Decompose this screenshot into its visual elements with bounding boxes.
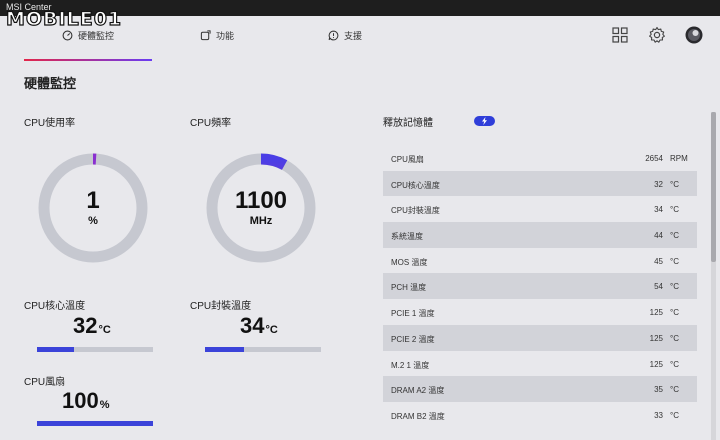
active-tab-indicator <box>24 59 152 61</box>
table-row: CPU封裝溫度 34 °C <box>383 196 697 222</box>
sensor-unit: °C <box>670 179 679 189</box>
sensor-unit: °C <box>670 385 679 395</box>
sensor-value: 125 <box>649 359 663 369</box>
scrollbar[interactable] <box>711 112 716 440</box>
table-row: MOS 溫度 45 °C <box>383 248 697 274</box>
sensor-name: CPU核心溫度 <box>391 180 440 190</box>
cpu-core-temp-unit: °C <box>98 324 111 336</box>
cpu-usage-label: CPU使用率 <box>24 118 76 129</box>
cpu-fan-value: 100% <box>62 390 110 412</box>
cpu-pkg-temp-bar-fill <box>205 347 245 352</box>
table-row: CPU風扇 2654 RPM <box>383 145 697 171</box>
sensor-name: 系統溫度 <box>391 232 423 242</box>
cpu-freq-unit: MHz <box>249 215 273 227</box>
sensor-unit: °C <box>670 256 679 266</box>
sensor-name: PCIE 1 溫度 <box>391 309 435 319</box>
avatar[interactable] <box>685 26 703 44</box>
tab-support[interactable]: 支援 <box>328 23 362 47</box>
sensor-value: 125 <box>649 308 663 318</box>
cpu-core-temp-bar <box>37 347 153 352</box>
cpu-pkg-temp-value: 34°C <box>240 315 278 337</box>
sensor-name: DRAM A2 溫度 <box>391 386 445 396</box>
sensor-unit: °C <box>670 231 679 241</box>
sensor-name: M.2 1 溫度 <box>391 360 430 370</box>
sensor-value: 44 <box>654 231 663 241</box>
cpu-pkg-temp-bar <box>205 347 321 352</box>
scrollbar-thumb[interactable] <box>711 112 716 262</box>
cpu-fan-label: CPU風扇 <box>24 377 66 388</box>
sensor-unit: °C <box>670 205 679 215</box>
sensor-value: 34 <box>654 205 663 215</box>
cpu-freq-value: 1100 <box>234 187 288 214</box>
sensor-value: 125 <box>649 333 663 343</box>
tab-label: 功能 <box>216 30 235 41</box>
sensor-value: 45 <box>654 256 663 266</box>
sensor-unit: °C <box>670 282 679 292</box>
sensor-unit: RPM <box>670 154 688 163</box>
sensor-unit: °C <box>670 308 679 318</box>
sensor-name: MOS 溫度 <box>391 257 428 267</box>
table-row: DRAM B2 溫度 33 °C <box>383 402 697 428</box>
sensor-unit: °C <box>670 333 679 343</box>
cpu-fan-bar-fill <box>37 421 153 426</box>
table-row: PCIE 1 溫度 125 °C <box>383 299 697 325</box>
cpu-freq-gauge: 1100 MHz <box>206 153 316 263</box>
table-row: M.2 1 溫度 125 °C <box>383 351 697 377</box>
sensor-unit: °C <box>670 410 679 420</box>
cpu-usage-value: 1 <box>86 187 100 214</box>
sensor-value: 2654 <box>645 154 663 163</box>
sensor-name: PCIE 2 溫度 <box>391 334 435 344</box>
sensor-value: 54 <box>654 282 663 292</box>
sensor-name: CPU封裝溫度 <box>391 206 440 216</box>
table-row: PCIE 2 溫度 125 °C <box>383 324 697 351</box>
feature-icon <box>200 29 211 40</box>
cpu-fan-number: 100 <box>62 388 99 413</box>
table-row: CPU核心溫度 32 °C <box>383 170 697 197</box>
cpu-usage-unit: % <box>88 215 98 227</box>
sensor-value: 35 <box>654 385 663 395</box>
monitor-icon <box>62 30 73 40</box>
cpu-fan-bar <box>37 421 153 426</box>
cpu-core-temp-label: CPU核心溫度 <box>24 301 86 312</box>
cpu-pkg-temp-number: 34 <box>240 313 265 338</box>
cpu-core-temp-number: 32 <box>73 313 98 338</box>
cpu-core-temp-value: 32°C <box>73 315 111 337</box>
support-icon <box>328 30 339 40</box>
tab-label: 硬體監控 <box>78 30 115 41</box>
tab-hardware-monitor[interactable]: 硬體監控 <box>62 23 114 47</box>
sensor-value: 33 <box>654 410 663 420</box>
table-row: PCH 溫度 54 °C <box>383 273 697 300</box>
cpu-fan-unit: % <box>99 399 110 411</box>
sensor-unit: °C <box>670 359 679 369</box>
sensor-name: PCH 溫度 <box>391 283 427 293</box>
sensor-value: 32 <box>654 179 663 189</box>
tab-label: 支援 <box>344 30 363 41</box>
cpu-core-temp-bar-fill <box>37 347 75 352</box>
gear-icon[interactable] <box>648 26 666 44</box>
sensor-table: CPU風扇 2654 RPM CPU核心溫度 32 °C CPU封裝溫度 34 °C 系統溫度 44… <box>383 145 697 440</box>
sensor-name: CPU風扇 <box>391 155 424 164</box>
release-memory-label: 釋放記憶體 <box>383 118 433 129</box>
cpu-usage-gauge: 1 % <box>38 153 148 263</box>
cpu-pkg-temp-unit: °C <box>265 324 278 336</box>
lightning-icon <box>482 117 487 125</box>
release-memory-button[interactable] <box>474 116 495 126</box>
sensor-name: DRAM B2 溫度 <box>391 411 445 421</box>
tab-features[interactable]: 功能 <box>200 23 234 47</box>
grid-icon[interactable] <box>611 26 629 44</box>
cpu-freq-label: CPU頻率 <box>190 118 232 129</box>
table-row: 系統溫度 44 °C <box>383 222 697 248</box>
table-row: DRAM A2 溫度 35 °C <box>383 376 697 402</box>
page-title: 硬體監控 <box>24 76 77 91</box>
cpu-pkg-temp-label: CPU封裝溫度 <box>190 301 252 312</box>
